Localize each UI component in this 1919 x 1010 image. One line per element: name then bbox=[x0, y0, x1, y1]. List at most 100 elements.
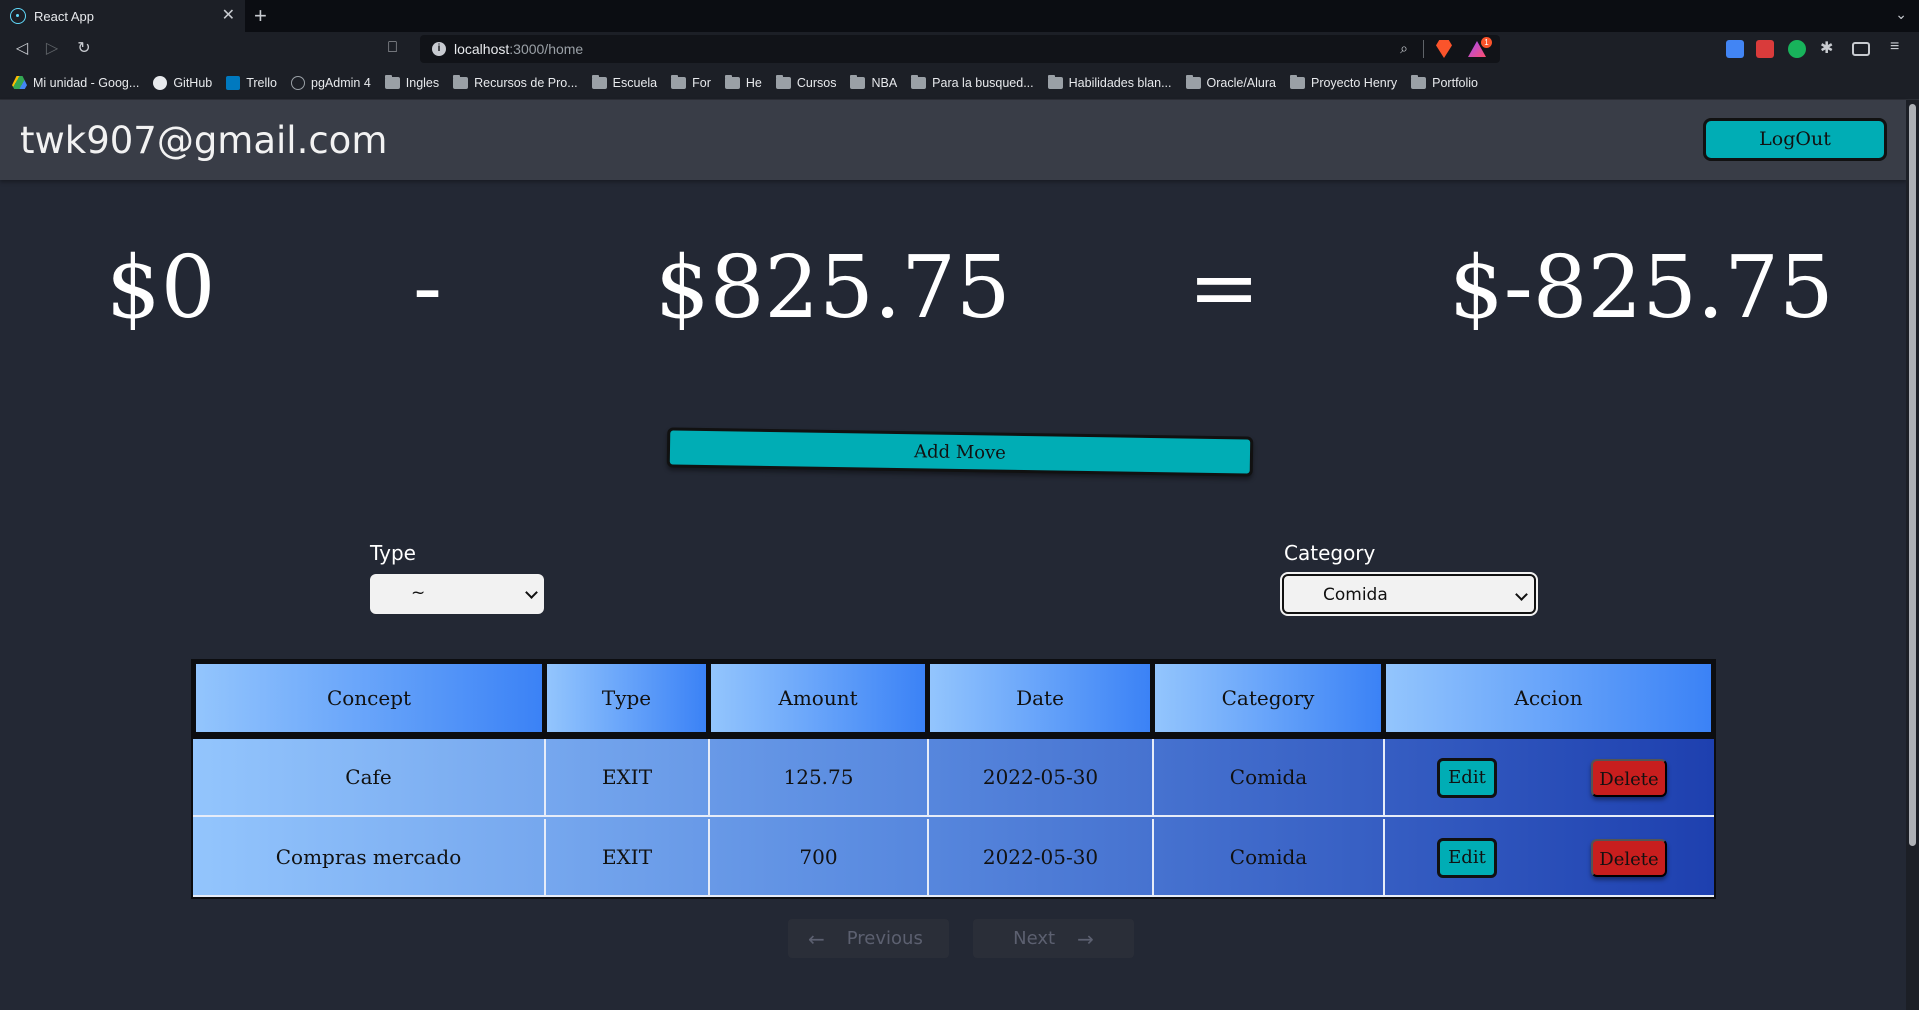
bookmark-item[interactable]: Mi unidad - Goog... bbox=[12, 76, 139, 90]
bookmark-folder[interactable]: Cursos bbox=[775, 74, 837, 90]
bookmark-folder[interactable]: He bbox=[724, 74, 762, 90]
table-header-type: Type bbox=[547, 664, 706, 732]
category-filter-select[interactable]: Comida bbox=[1282, 574, 1536, 614]
bookmark-folder[interactable]: Habilidades blan... bbox=[1047, 74, 1172, 90]
browser-tab[interactable]: React App ✕ bbox=[0, 0, 245, 32]
category-filter-value: Comida bbox=[1323, 585, 1388, 605]
tab-list-chevron-icon[interactable]: ⌄ bbox=[1895, 6, 1907, 23]
table-header-amount: Amount bbox=[711, 664, 925, 732]
table-header-category: Category bbox=[1155, 664, 1381, 732]
wallet-icon[interactable] bbox=[1852, 42, 1870, 56]
folder-icon bbox=[911, 74, 927, 89]
bookmark-folder[interactable]: Oracle/Alura bbox=[1185, 74, 1276, 90]
cell-type: EXIT bbox=[546, 819, 710, 897]
bookmark-folder[interactable]: For bbox=[671, 74, 711, 90]
reload-icon[interactable]: ↻ bbox=[74, 39, 94, 59]
table-header-concept: Concept bbox=[196, 664, 542, 732]
cell-date: 2022-05-30 bbox=[929, 819, 1154, 897]
brave-shields-icon[interactable] bbox=[1436, 40, 1452, 58]
extensions-puzzle-icon[interactable]: ✱ bbox=[1820, 38, 1838, 57]
github-icon bbox=[153, 75, 168, 90]
back-icon[interactable]: ◁ bbox=[12, 39, 32, 59]
cell-amount: 700 bbox=[710, 819, 929, 897]
income-total: $0 bbox=[106, 238, 216, 338]
trello-icon bbox=[226, 75, 241, 90]
translate-extension-icon[interactable] bbox=[1726, 40, 1744, 58]
table-body: Cafe EXIT 125.75 2022-05-30 Comida Edit … bbox=[193, 739, 1714, 897]
bookmark-item[interactable]: pgAdmin 4 bbox=[291, 75, 371, 90]
folder-icon bbox=[453, 74, 469, 89]
browser-tab-bar: React App ✕ + ⌄ bbox=[0, 0, 1919, 32]
folder-icon bbox=[384, 74, 400, 89]
bookmark-folder[interactable]: NBA bbox=[850, 74, 897, 90]
balance-total: $-825.75 bbox=[1449, 238, 1834, 338]
edit-button[interactable]: Edit bbox=[1437, 838, 1497, 878]
pgadmin-icon bbox=[291, 75, 306, 90]
cell-amount: 125.75 bbox=[710, 739, 929, 817]
bookmark-folder[interactable]: Portfolio bbox=[1411, 74, 1478, 90]
zoom-icon[interactable]: ⌕ bbox=[1400, 40, 1408, 57]
type-filter-select[interactable]: ~ bbox=[370, 574, 544, 614]
cell-concept: Cafe bbox=[193, 739, 546, 817]
scrollbar-thumb[interactable] bbox=[1909, 104, 1916, 846]
bookmark-folder[interactable]: Ingles bbox=[384, 74, 440, 90]
type-filter-value: ~ bbox=[411, 583, 426, 603]
table-header-accion: Accion bbox=[1386, 664, 1711, 732]
bookmark-label: pgAdmin 4 bbox=[311, 75, 371, 90]
bookmark-label: Ingles bbox=[405, 75, 440, 90]
browser-menu-icon[interactable]: ≡ bbox=[1890, 38, 1908, 56]
bookmark-folder[interactable]: Proyecto Henry bbox=[1289, 74, 1397, 90]
bookmark-label: Cursos bbox=[796, 75, 837, 90]
cell-type: EXIT bbox=[546, 739, 710, 817]
react-icon bbox=[10, 8, 26, 24]
red-extension-icon[interactable] bbox=[1756, 40, 1774, 58]
forward-icon[interactable]: ▷ bbox=[42, 39, 62, 59]
bookmark-folder[interactable]: Para la busqued... bbox=[911, 74, 1034, 90]
delete-button[interactable]: Delete bbox=[1591, 759, 1667, 797]
bookmark-label: For bbox=[692, 75, 711, 90]
cell-date: 2022-05-30 bbox=[929, 739, 1154, 817]
equals-sign: = bbox=[1188, 238, 1261, 338]
drive-icon bbox=[12, 76, 27, 89]
category-filter-label: Category bbox=[1284, 541, 1376, 565]
chevron-down-icon bbox=[525, 586, 538, 599]
url-text[interactable]: localhost:3000/home bbox=[454, 41, 583, 57]
add-move-button[interactable]: Add Move bbox=[666, 427, 1254, 477]
url-separator bbox=[1423, 40, 1424, 58]
folder-icon bbox=[775, 74, 791, 89]
bookmarks-bar: Mi unidad - Goog... GitHub Trello pgAdmi… bbox=[0, 66, 1919, 100]
bookmark-page-icon[interactable]: ⎕ bbox=[388, 39, 397, 56]
previous-label: Previous bbox=[846, 928, 923, 949]
browser-toolbar: ◁ ▷ ↻ ⎕ i localhost:3000/home ⌕ 1 ✱ ≡ bbox=[0, 32, 1919, 66]
address-bar[interactable]: i localhost:3000/home ⌕ 1 bbox=[420, 35, 1500, 63]
close-tab-icon[interactable]: ✕ bbox=[222, 8, 235, 24]
bookmark-folder[interactable]: Escuela bbox=[591, 74, 658, 90]
table-header-date: Date bbox=[930, 664, 1150, 732]
folder-icon bbox=[671, 74, 687, 89]
new-tab-icon[interactable]: + bbox=[254, 4, 267, 28]
moves-table: Concept Type Amount Date Category Accion… bbox=[191, 659, 1716, 899]
folder-icon bbox=[1411, 74, 1427, 89]
cell-category: Comida bbox=[1154, 739, 1385, 817]
bookmark-label: Mi unidad - Goog... bbox=[33, 75, 140, 90]
folder-icon bbox=[1185, 74, 1201, 89]
previous-page-button[interactable]: ← Previous bbox=[788, 919, 949, 958]
bookmark-label: Portfolio bbox=[1432, 75, 1478, 90]
edit-button[interactable]: Edit bbox=[1437, 758, 1497, 798]
bookmark-label: Habilidades blan... bbox=[1068, 75, 1172, 90]
url-host: localhost bbox=[454, 41, 510, 57]
bookmark-label: Escuela bbox=[612, 75, 658, 90]
green-extension-icon[interactable] bbox=[1788, 40, 1806, 58]
logout-button[interactable]: LogOut bbox=[1703, 118, 1887, 161]
bookmark-label: Trello bbox=[246, 75, 278, 90]
minus-sign: - bbox=[413, 238, 443, 338]
next-page-button[interactable]: Next → bbox=[973, 919, 1134, 958]
cell-actions: Edit Delete bbox=[1385, 819, 1714, 897]
bookmark-item[interactable]: GitHub bbox=[153, 75, 213, 90]
bookmark-label: GitHub bbox=[173, 75, 213, 90]
site-info-icon[interactable]: i bbox=[432, 42, 446, 56]
page-scrollbar[interactable] bbox=[1906, 100, 1919, 1010]
bookmark-item[interactable]: Trello bbox=[226, 75, 278, 90]
bookmark-folder[interactable]: Recursos de Pro... bbox=[453, 74, 578, 90]
delete-button[interactable]: Delete bbox=[1591, 839, 1667, 877]
